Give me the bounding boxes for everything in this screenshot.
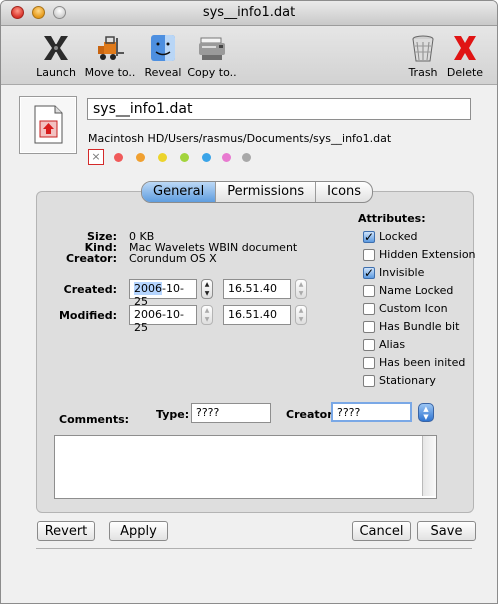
checkbox[interactable]: ✓ bbox=[363, 231, 375, 243]
label-yellow[interactable] bbox=[158, 153, 167, 162]
launch-label: Launch bbox=[36, 66, 76, 79]
delete-button[interactable]: Delete bbox=[445, 32, 485, 79]
created-date-field[interactable]: 2006-10-25 bbox=[129, 279, 197, 308]
finder-icon bbox=[151, 35, 175, 61]
stepper-down-icon: ▼ bbox=[298, 290, 304, 297]
checkbox-label: Stationary bbox=[379, 374, 436, 387]
modified-date-stepper[interactable]: ▲ ▼ bbox=[201, 305, 213, 325]
launch-button[interactable]: Launch bbox=[35, 32, 77, 79]
apply-button[interactable]: Apply bbox=[109, 521, 168, 541]
label-red[interactable] bbox=[114, 153, 123, 162]
modified-date-field[interactable]: 2006-10-25 bbox=[129, 305, 197, 334]
toolbar: Launch Move to.. Reveal Copy to.. Trash … bbox=[1, 26, 497, 85]
checkbox-label: Invisible bbox=[379, 266, 425, 279]
creator-code-popup[interactable]: ▲ ▼ bbox=[418, 403, 434, 422]
modified-time-field[interactable]: 16.51.40 bbox=[223, 305, 291, 325]
tab-general[interactable]: General bbox=[142, 182, 217, 202]
checkbox[interactable] bbox=[363, 249, 375, 261]
checkbox[interactable] bbox=[363, 321, 375, 333]
stepper-up-icon: ▲ bbox=[298, 281, 304, 288]
tab-permissions[interactable]: Permissions bbox=[216, 182, 317, 202]
label-orange[interactable] bbox=[136, 153, 145, 162]
title-bar[interactable]: sys__info1.dat bbox=[1, 1, 497, 26]
label-green[interactable] bbox=[180, 153, 189, 162]
stepper-down-icon: ▼ bbox=[204, 316, 210, 323]
copy-to-button[interactable]: Copy to.. bbox=[187, 32, 237, 79]
trash-icon bbox=[412, 35, 434, 62]
modified-time-stepper[interactable]: ▲ ▼ bbox=[295, 305, 307, 325]
label-blue[interactable] bbox=[202, 153, 211, 162]
label-purple[interactable] bbox=[222, 153, 231, 162]
comments-textarea[interactable] bbox=[54, 435, 437, 499]
tab-icons[interactable]: Icons bbox=[316, 182, 372, 202]
checkbox[interactable] bbox=[363, 375, 375, 387]
cancel-button[interactable]: Cancel bbox=[352, 521, 411, 541]
trash-button[interactable]: Trash bbox=[405, 32, 441, 79]
stepper-up-icon: ▲ bbox=[204, 307, 210, 314]
stepper-up-icon: ▲ bbox=[298, 307, 304, 314]
document-icon bbox=[34, 105, 63, 144]
checkbox-label: Name Locked bbox=[379, 284, 454, 297]
stepper-down-icon: ▼ bbox=[204, 290, 210, 297]
comments-label: Comments: bbox=[59, 413, 130, 426]
trash-label: Trash bbox=[408, 66, 438, 79]
delete-label: Delete bbox=[446, 66, 484, 79]
checkbox-label: Custom Icon bbox=[379, 302, 448, 315]
created-time-stepper[interactable]: ▲ ▼ bbox=[295, 279, 307, 299]
modified-label: Modified: bbox=[58, 309, 117, 322]
save-button[interactable]: Save bbox=[417, 521, 476, 541]
checkbox-label: Locked bbox=[379, 230, 418, 243]
popup-down-icon: ▼ bbox=[423, 413, 429, 421]
copy-to-label: Copy to.. bbox=[187, 66, 237, 79]
creator-value: Corundum OS X bbox=[129, 252, 217, 265]
checkbox[interactable] bbox=[363, 285, 375, 297]
created-label: Created: bbox=[63, 283, 117, 296]
attributes-title: Attributes: bbox=[358, 212, 426, 225]
created-date-stepper[interactable]: ▲ ▼ bbox=[201, 279, 213, 299]
bottom-separator bbox=[36, 548, 472, 549]
checkbox-label: Alias bbox=[379, 338, 406, 351]
checkbox[interactable] bbox=[363, 339, 375, 351]
forklift-icon bbox=[98, 36, 124, 60]
move-to-button[interactable]: Move to.. bbox=[83, 32, 137, 79]
checkbox[interactable] bbox=[363, 303, 375, 315]
move-to-label: Move to.. bbox=[84, 66, 136, 79]
checkbox-label: Has been inited bbox=[379, 356, 466, 369]
content-area: sys__info1.dat Macintosh HD/Users/rasmus… bbox=[1, 85, 497, 603]
file-path: Macintosh HD/Users/rasmus/Documents/sys_… bbox=[88, 132, 392, 145]
tab-bar: General Permissions Icons bbox=[141, 181, 374, 203]
reveal-label: Reveal bbox=[144, 66, 182, 79]
popup-up-icon: ▲ bbox=[423, 405, 429, 413]
label-gray[interactable] bbox=[242, 153, 251, 162]
launch-icon bbox=[44, 36, 68, 60]
delete-x-icon bbox=[454, 36, 476, 60]
created-time-field[interactable]: 16.51.40 bbox=[223, 279, 291, 299]
type-label: Type: bbox=[156, 408, 190, 421]
checkbox-label: Has Bundle bit bbox=[379, 320, 460, 333]
comments-scrollbar[interactable] bbox=[422, 436, 436, 496]
type-code-field[interactable]: ???? bbox=[191, 403, 271, 423]
filename-field[interactable]: sys__info1.dat bbox=[87, 98, 471, 120]
stepper-up-icon: ▲ bbox=[204, 281, 210, 288]
stepper-down-icon: ▼ bbox=[298, 316, 304, 323]
reveal-button[interactable]: Reveal bbox=[141, 32, 185, 79]
checkbox[interactable]: ✓ bbox=[363, 267, 375, 279]
revert-button[interactable]: Revert bbox=[37, 521, 95, 541]
checkbox[interactable] bbox=[363, 357, 375, 369]
info-window: sys__info1.dat Launch Move to.. Reveal C… bbox=[0, 0, 498, 604]
file-icon-well[interactable] bbox=[19, 96, 77, 154]
checkbox-label: Hidden Extension bbox=[379, 248, 476, 261]
created-date-selected: 2006 bbox=[134, 282, 162, 295]
copier-icon bbox=[199, 37, 225, 60]
window-title: sys__info1.dat bbox=[202, 5, 296, 20]
no-label-button[interactable]: × bbox=[88, 149, 104, 165]
creator-code-label: Creator: bbox=[286, 408, 338, 421]
creator-label: Creator: bbox=[65, 252, 117, 265]
creator-code-field[interactable]: ???? bbox=[331, 402, 412, 422]
